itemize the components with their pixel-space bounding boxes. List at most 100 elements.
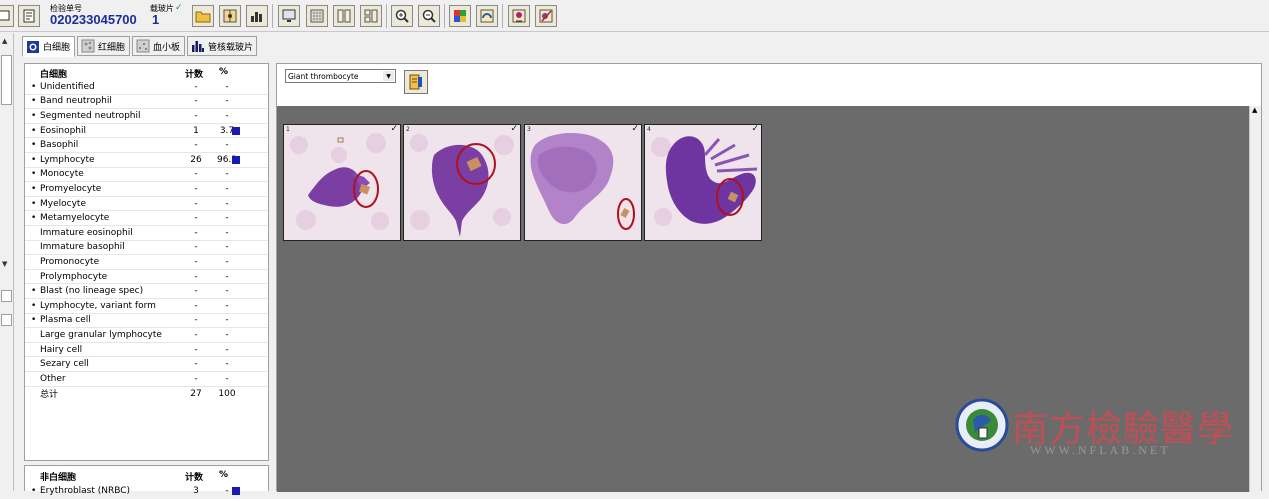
rotate-icon [480, 9, 494, 23]
cell-thumbnail[interactable]: 1 ✓ [283, 124, 401, 241]
scroll-up-icon[interactable]: ▲ [2, 37, 7, 45]
cell-thumbnail[interactable]: 2 ✓ [403, 124, 521, 241]
scroll-down-icon[interactable]: ▼ [2, 260, 7, 268]
table-row[interactable]: Immature basophil - - [25, 241, 268, 256]
cell-count: - [194, 81, 198, 92]
row-bullet: • [31, 125, 37, 136]
thumbnail-number: 4 [647, 126, 651, 133]
zoom-out-icon [422, 9, 436, 23]
cell-percent: - [225, 242, 229, 253]
cell-thumbnail[interactable]: 3 ✓ [524, 124, 642, 241]
cell-image-4 [645, 125, 761, 240]
cell-count: - [194, 359, 198, 370]
table-row[interactable]: • Monocyte - - [25, 168, 268, 183]
cell-class-select[interactable]: Giant thrombocyte ▼ [285, 69, 396, 83]
table-row[interactable]: • Band neutrophil - - [25, 95, 268, 110]
left-strip-button[interactable] [1, 290, 12, 302]
row-bullet: • [31, 300, 37, 311]
table-row[interactable]: • Lymphocyte 26 96.3 [25, 153, 268, 168]
cell-percent: - [225, 140, 229, 151]
table-row[interactable]: • Eosinophil 1 3.7 [25, 124, 268, 139]
cell-count: 26 [190, 154, 202, 165]
cell-type-name: Myelocyte [40, 198, 86, 209]
table-row[interactable]: • Unidentified - - [25, 80, 268, 95]
cell-count: 3 [193, 486, 199, 497]
tab-platelet[interactable]: 血小板 [132, 36, 185, 56]
tab-rbc[interactable]: 红细胞 [77, 36, 130, 56]
cell-type-name: Prolymphocyte [40, 271, 108, 282]
columns-icon [337, 9, 351, 23]
cell-count: - [194, 256, 198, 267]
cell-percent: - [225, 81, 229, 92]
table-row[interactable]: • Basophil - - [25, 138, 268, 153]
table-row[interactable]: Immature eosinophil - - [25, 226, 268, 241]
grid-view-button[interactable] [306, 5, 328, 27]
table-row[interactable]: Prolymphocyte - - [25, 270, 268, 285]
cell-count: 27 [190, 388, 202, 399]
zoom-in-button[interactable] [391, 5, 413, 27]
zoom-out-button[interactable] [418, 5, 440, 27]
scroll-up-icon[interactable]: ▲ [1252, 106, 1257, 114]
cell-count: - [194, 300, 198, 311]
table-row[interactable]: • Segmented neutrophil - - [25, 109, 268, 124]
cell-count: - [194, 110, 198, 121]
cell-count: - [194, 213, 198, 224]
wbc-count-table: 白细胞 计数 % • Unidentified - - • Band neutrophil… [24, 63, 269, 461]
row-bullet: • [31, 96, 37, 107]
two-column-view-button[interactable] [333, 5, 355, 27]
nav-back-button[interactable] [0, 5, 14, 27]
document-icon [23, 9, 35, 23]
cell-reclassify-button[interactable] [535, 5, 557, 27]
table-row[interactable]: • Promyelocyte - - [25, 182, 268, 197]
table-row[interactable]: Promonocyte - - [25, 255, 268, 270]
table-row[interactable]: Hairy cell - - [25, 343, 268, 358]
row-bullet: • [31, 315, 37, 326]
table-row[interactable]: • Blast (no lineage spec) - - [25, 284, 268, 299]
tab-wbc[interactable]: 白细胞 [22, 36, 75, 57]
cell-type-name: Unidentified [40, 81, 95, 92]
table-row[interactable]: Large granular lymphocyte - - [25, 328, 268, 343]
rotate-button[interactable] [476, 5, 498, 27]
cell-count: - [194, 169, 198, 180]
monitor-button[interactable] [278, 5, 300, 27]
color-adjust-button[interactable] [449, 5, 471, 27]
open-folder-button[interactable] [192, 5, 214, 27]
cell-count: - [194, 140, 198, 151]
header-count: 计数 [185, 473, 204, 483]
bar-chart-icon [192, 41, 204, 52]
table-row[interactable]: Sezary cell - - [25, 357, 268, 372]
cell-info-button[interactable] [508, 5, 530, 27]
toolbar-separator [502, 4, 503, 28]
cell-percent: - [225, 300, 229, 311]
left-scroll-thumb[interactable] [1, 55, 12, 105]
table-row[interactable]: • Metamyelocyte - - [25, 211, 268, 226]
table-row[interactable]: • Lymphocyte, variant form - - [25, 299, 268, 314]
nflab-logo-icon [955, 398, 1009, 452]
chart-button[interactable] [246, 5, 268, 27]
table-header: 非白细胞 计数 % [25, 470, 268, 483]
tab-slide-review[interactable]: 管核载玻片 [187, 36, 257, 56]
table-row[interactable]: • Erythroblast (NRBC) 3- [25, 484, 268, 499]
table-row[interactable]: • Myelocyte - - [25, 197, 268, 212]
cell-type-name: Basophil [40, 140, 79, 151]
cell-percent: 100 [218, 388, 236, 399]
cell-count: - [194, 373, 198, 384]
cell-count: - [194, 271, 198, 282]
checkmark-icon: ✓ [510, 124, 518, 134]
export-button[interactable] [404, 70, 428, 94]
left-strip-button[interactable] [1, 314, 12, 326]
table-row[interactable]: Other - - [25, 372, 268, 387]
cell-percent: - [225, 183, 229, 194]
export-icon [409, 74, 422, 90]
chevron-down-icon[interactable]: ▼ [383, 71, 394, 81]
split-view-button[interactable] [219, 5, 241, 27]
count-marker [232, 126, 240, 135]
cell-percent: - [225, 96, 229, 107]
report-button[interactable] [18, 5, 40, 27]
zoom-in-icon [395, 9, 409, 23]
cell-percent: - [225, 169, 229, 180]
row-view-button[interactable] [360, 5, 382, 27]
table-row[interactable]: 总计 27 100 [25, 387, 268, 402]
table-row[interactable]: • Plasma cell - - [25, 314, 268, 329]
cell-thumbnail[interactable]: 4 ✓ [644, 124, 762, 241]
